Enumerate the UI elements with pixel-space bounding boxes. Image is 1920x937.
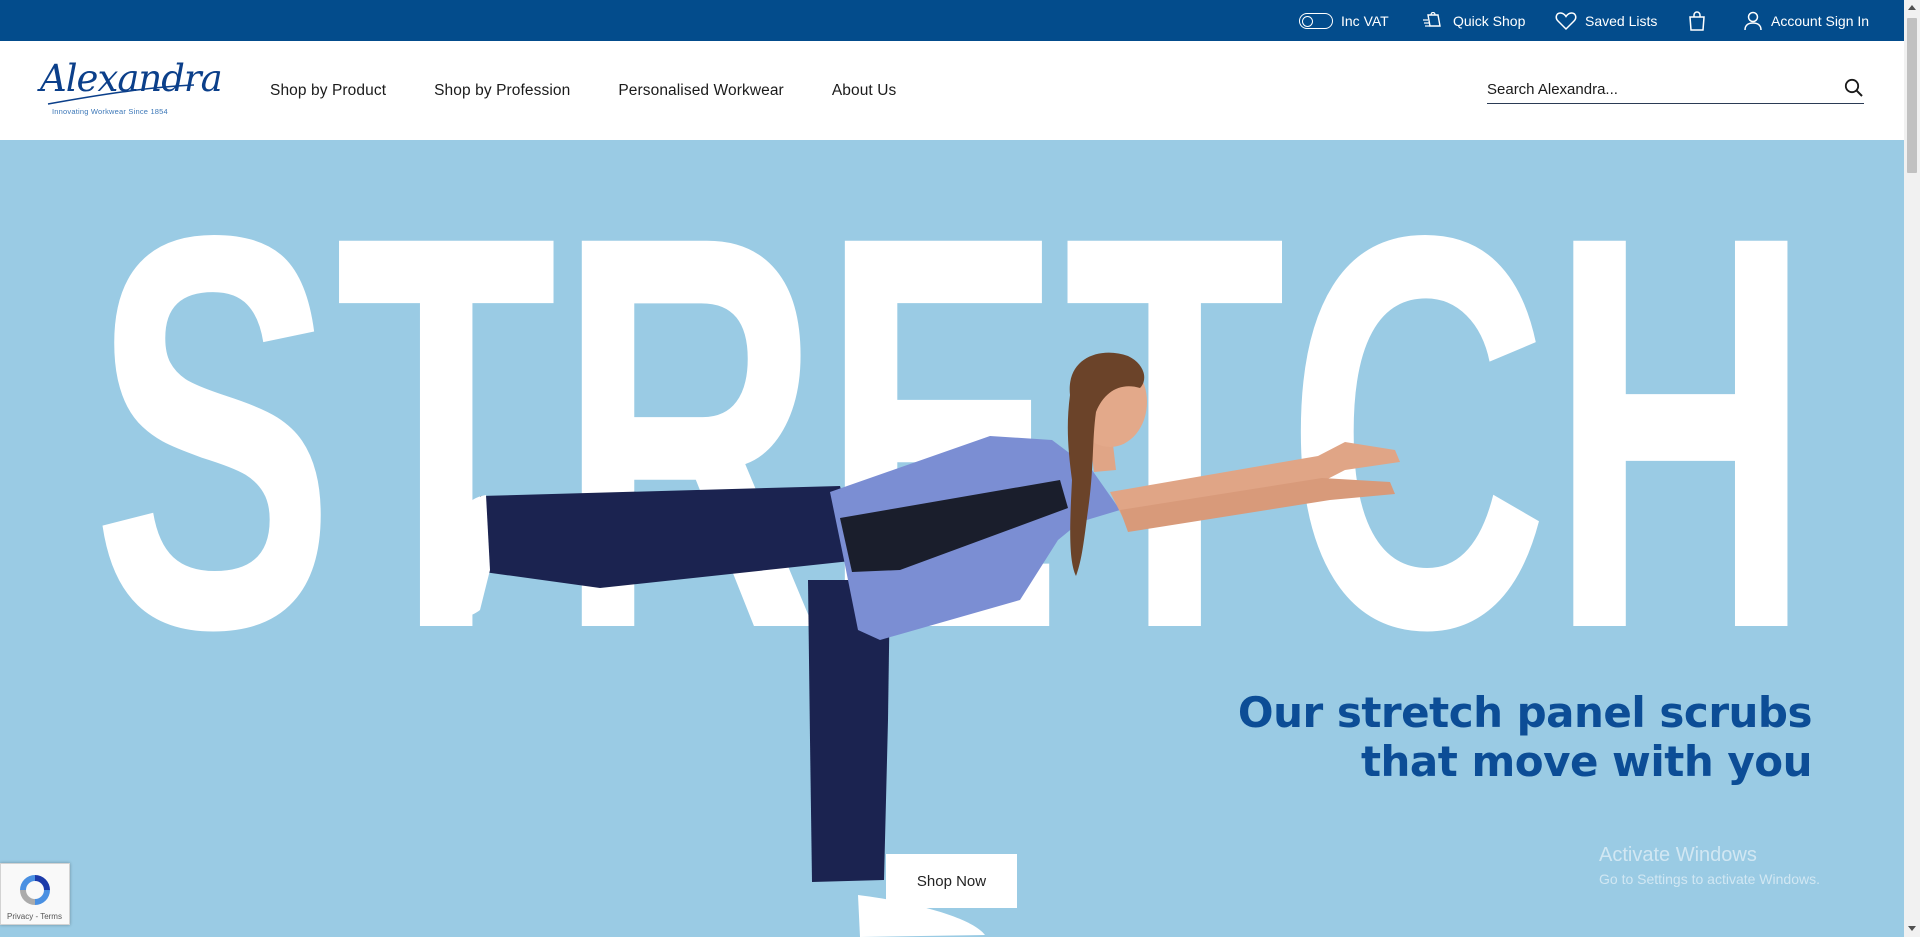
basket-link[interactable] [1688, 0, 1706, 41]
hero-banner: STRETCH Our stretch panel scrubs that mo… [0, 140, 1904, 937]
scroll-up-arrow-icon[interactable] [1908, 5, 1916, 10]
account-sign-in-link[interactable]: Account Sign In [1743, 0, 1869, 41]
logo-swoosh-icon [47, 84, 195, 105]
nav-personalised-workwear[interactable]: Personalised Workwear [618, 82, 784, 100]
watermark-title: Activate Windows [1599, 844, 1757, 866]
page-scrollbar[interactable] [1904, 0, 1920, 937]
search-box [1487, 77, 1864, 104]
watermark-subtitle: Go to Settings to activate Windows. [1599, 871, 1820, 887]
main-navigation: Shop by Product Shop by Profession Perso… [270, 41, 944, 140]
nav-shop-by-product[interactable]: Shop by Product [270, 82, 386, 100]
saved-lists-link[interactable]: Saved Lists [1555, 0, 1657, 41]
windows-activation-watermark: Activate Windows Go to Settings to activ… [1599, 844, 1820, 887]
quick-shop-link[interactable]: Quick Shop [1423, 0, 1525, 41]
scrollbar-thumb[interactable] [1907, 18, 1917, 173]
recaptcha-links[interactable]: Privacy - Terms [7, 912, 62, 921]
hero-big-word: STRETCH [92, 140, 1812, 745]
search-input[interactable] [1487, 77, 1827, 101]
quick-shop-icon [1423, 11, 1441, 27]
saved-lists-label: Saved Lists [1585, 12, 1658, 29]
nav-shop-by-profession[interactable]: Shop by Profession [434, 82, 570, 100]
recaptcha-icon [20, 875, 50, 905]
shop-now-button[interactable]: Shop Now [886, 854, 1017, 908]
alexandra-logo[interactable]: Alexandra Innovating Workwear Since 1854 [38, 57, 223, 123]
logo-tagline: Innovating Workwear Since 1854 [52, 107, 168, 116]
top-utility-bar: Inc VAT Quick Shop Saved Lists Account S… [0, 0, 1904, 41]
recaptcha-badge[interactable]: Privacy - Terms [0, 863, 70, 925]
shopping-bag-icon [1689, 10, 1705, 31]
heart-icon [1555, 11, 1577, 30]
toggle-switch-icon[interactable] [1299, 12, 1333, 29]
vat-toggle[interactable]: Inc VAT [1299, 0, 1389, 41]
account-sign-in-label: Account Sign In [1771, 12, 1870, 29]
hero-headline-line2: that move with you [1360, 737, 1813, 786]
hero-headline: Our stretch panel scrubs that move with … [1237, 688, 1813, 786]
quick-shop-label: Quick Shop [1453, 12, 1526, 29]
vat-toggle-label: Inc VAT [1341, 12, 1389, 29]
hero-headline-line1: Our stretch panel scrubs [1237, 688, 1813, 737]
site-header: Alexandra Innovating Workwear Since 1854… [0, 41, 1904, 140]
user-icon [1744, 11, 1762, 30]
hero-artwork: STRETCH [92, 140, 1812, 937]
nav-about-us[interactable]: About Us [832, 82, 897, 100]
search-icon[interactable] [1844, 78, 1864, 98]
scroll-down-arrow-icon[interactable] [1908, 926, 1916, 931]
